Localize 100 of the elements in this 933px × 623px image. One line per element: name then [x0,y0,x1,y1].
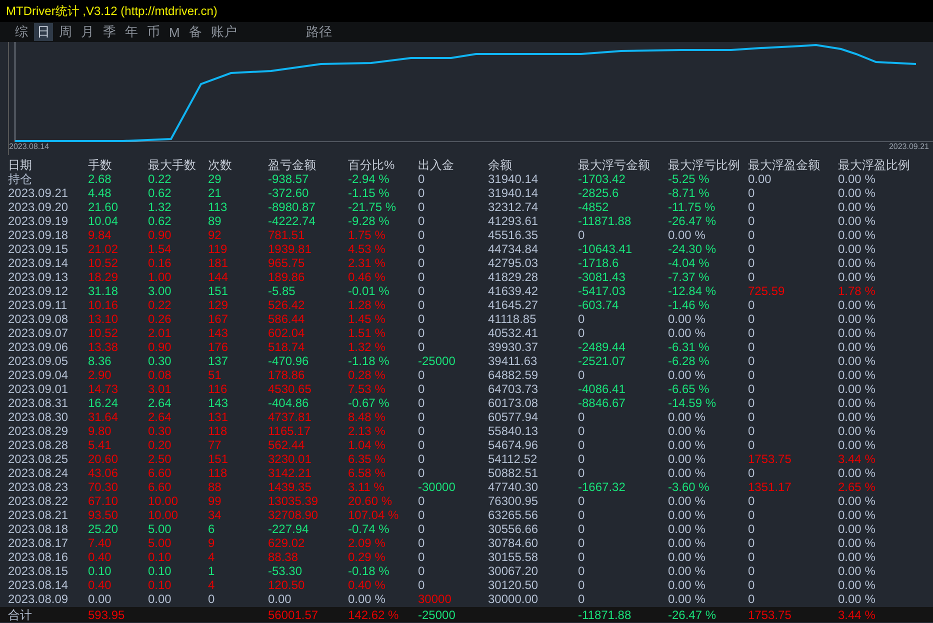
table-cell-text: 0.62 [148,214,172,228]
table-cell-text: 1753.75 [748,452,792,466]
table-cell-text: 55840.13 [488,424,540,438]
table-cell-text: 0.00 % [668,564,706,578]
table-cell-text: 0.00 % [838,298,876,312]
tab[interactable]: 周 [56,23,75,41]
table-cell-text: -8980.87 [268,200,316,214]
table-cell-text: 41829.28 [488,270,540,284]
table-cell-text: -227.94 [268,522,310,536]
column-header: 盈亏金额 [268,158,317,172]
column-header: 日期 [8,158,33,172]
table-cell-text: 0.00 % [348,592,386,606]
table-cell-text: -21.75 % [348,200,398,214]
table-cell-text: -6.31 % [668,340,710,354]
tab[interactable]: 路径 [302,23,335,41]
table-cell-text: -8846.67 [578,396,626,410]
table-cell-text: -603.74 [578,298,620,312]
table-cell-text: 0 [748,270,756,284]
table-cell-text: 6.60 [148,480,172,494]
tab[interactable]: 账户 [208,23,240,41]
table-cell-text: 1.75 % [348,228,386,242]
table-cell-text: -1.15 % [348,186,390,200]
table-cell-text: 0 [748,536,756,550]
table-cell-text: 4737.81 [268,410,312,424]
table-cell-text: 0 [418,228,426,242]
table-cell-text: 1.04 % [348,438,386,452]
table-cell-text: -1.18 % [348,354,390,368]
table-cell-text: 0 [418,452,426,466]
table-cell-text: 0 [418,340,426,354]
table-cell-text: 10.00 [148,494,180,508]
table-cell-text: 1 [208,564,216,578]
table-cell-text: 0 [748,354,756,368]
table-cell-text: 0.00 % [668,550,706,564]
table-cell-text: -372.60 [268,186,310,200]
table-cell-text: 70.30 [88,480,120,494]
table-cell-text: 176 [208,340,230,354]
table-cell-text: 2.09 % [348,536,386,550]
table-cell-text: 0 [578,522,586,536]
column-header: 最大浮盈比例 [838,158,911,172]
table-cell-text: 0.00 % [838,396,876,410]
table-cell-text: -10643.41 [578,242,634,256]
table-cell-text: 0.00 % [838,200,876,214]
table-cell-text: 32312.74 [488,200,540,214]
table-cell-text: 2023.09.05 [8,354,70,368]
table-cell-text: 0.00 % [838,508,876,522]
table-cell-text: 0.00 % [838,312,876,326]
table-cell-text: 88.38 [268,550,300,564]
table-cell-text: 60577.94 [488,410,540,424]
table-cell-text: 0.00 % [668,228,706,242]
table-cell-text: 0 [748,326,756,340]
table-cell-text: 6.58 % [348,466,386,480]
table-cell-text: -4222.74 [268,214,316,228]
table-cell-text: 116 [208,382,228,396]
tab[interactable]: 年 [122,23,141,41]
table-cell-text: 0.62 [148,186,172,200]
table-cell-text: 2023.08.30 [8,410,70,424]
table-cell-text: 0 [748,578,756,592]
table-cell-text: 4.53 % [348,242,386,256]
table-cell-text: 0 [748,312,756,326]
table-cell-text: 1.45 % [348,312,386,326]
table-cell-text: 0 [578,550,586,564]
table-cell-text: 51 [208,368,222,382]
table-cell-text: 5.41 [88,438,112,452]
table-cell-text: -11871.88 [578,608,632,622]
table-cell-text: 1.51 % [348,326,386,340]
table-cell-text: 0.00 % [668,424,706,438]
tab[interactable]: 综 [12,23,31,41]
column-header: 最大浮亏金额 [578,158,651,172]
table-cell-text: 0.00 % [668,536,706,550]
table-cell-text: 0 [418,326,426,340]
table-cell-text: 2023.09.19 [8,214,70,228]
table-cell-text: 2.90 [88,368,112,382]
table-cell-text: 10.00 [148,508,180,522]
table-cell-text: 0.00 % [838,438,876,452]
table-cell-text: 63265.56 [488,508,540,522]
table-cell-text: 0.00 % [668,326,706,340]
table-cell-text: 77 [208,438,222,452]
table-cell-text: 0.00 [268,592,292,606]
table-cell-text: 0.40 [88,578,112,592]
table-cell-text: 1753.75 [748,608,792,622]
table-cell-text: 3.00 [148,284,172,298]
tab[interactable]: 月 [78,23,97,41]
tab[interactable]: M [166,23,183,41]
table-cell-text: 0 [748,550,756,564]
table-cell-text: -5417.03 [578,284,626,298]
table-cell-text: -4086.41 [578,382,626,396]
table-cell-text: 93.50 [88,508,120,522]
table-cell-text: 3.11 % [348,480,386,494]
tab[interactable]: 备 [186,23,205,41]
table-cell-text: 31.18 [88,284,120,298]
table-cell-text: -9.28 % [348,214,390,228]
table-cell-text: 32708.90 [268,508,320,522]
tab[interactable]: 币 [144,23,163,41]
table-cell-text: 2023.09.18 [8,228,70,242]
tab[interactable]: 季 [100,23,119,41]
table-cell-text: 30000.00 [488,592,540,606]
table-cell-text: -11.75 % [668,200,716,214]
tab[interactable]: 日 [34,23,53,41]
table-cell-text: 0.29 % [348,550,386,564]
table-cell-text: 0.00 % [668,522,706,536]
